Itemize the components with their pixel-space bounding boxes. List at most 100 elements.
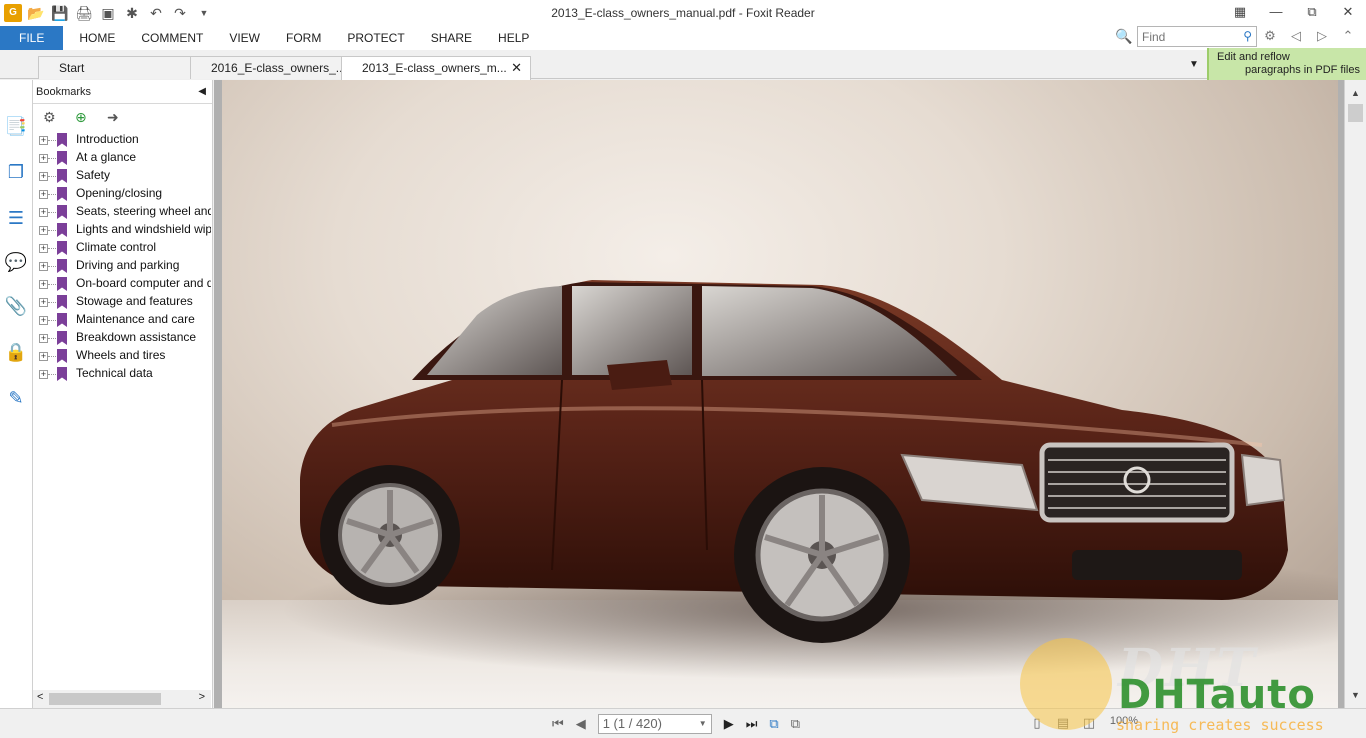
next-view-icon[interactable]: ⧉	[791, 716, 800, 732]
menu-form[interactable]: FORM	[273, 26, 334, 50]
expand-toggle-icon[interactable]: +	[39, 190, 48, 199]
expand-toggle-icon[interactable]: +	[39, 136, 48, 145]
attachments-panel-icon[interactable]: 📎	[4, 294, 28, 318]
expand-toggle-icon[interactable]: +	[39, 352, 48, 361]
last-page-icon[interactable]: ⏭	[746, 716, 758, 732]
navigation-panel-rail: 📑 ❐ ☰ 💬 📎 🔒 ✎	[0, 80, 33, 708]
page-number-input[interactable]: 1 (1 / 420) ▼	[597, 714, 712, 734]
bookmark-item[interactable]: + Introduction	[33, 131, 211, 149]
settings-gear-icon[interactable]: ⚙	[1262, 28, 1278, 44]
bookmark-item[interactable]: + Seats, steering wheel and mirrors	[33, 203, 211, 221]
close-tab-icon[interactable]: ✕	[511, 57, 522, 79]
open-icon[interactable]: 📂	[26, 3, 46, 23]
document-view[interactable]	[214, 80, 1344, 708]
bookmark-item[interactable]: + Breakdown assistance	[33, 329, 211, 347]
search-file-icon[interactable]: 🔍	[1115, 28, 1132, 45]
new-icon[interactable]: ✱	[122, 3, 142, 23]
signatures-panel-icon[interactable]: ✎	[4, 386, 28, 410]
bookmark-icon	[57, 259, 67, 273]
document-vertical-scrollbar[interactable]: ▲ ▼	[1344, 80, 1366, 708]
expand-toggle-icon[interactable]: +	[39, 244, 48, 253]
tab-2016-manual[interactable]: 2016_E-class_owners_...	[190, 56, 342, 79]
collapse-pane-icon[interactable]: ◀	[198, 80, 206, 104]
expand-toggle-icon[interactable]: +	[39, 370, 48, 379]
scroll-thumb[interactable]	[49, 693, 161, 705]
expand-toggle-icon[interactable]: +	[39, 262, 48, 271]
page-dropdown-icon[interactable]: ▼	[699, 715, 707, 733]
expand-toggle-icon[interactable]: +	[39, 334, 48, 343]
tab-2013-manual[interactable]: 2013_E-class_owners_m... ✕	[341, 56, 531, 80]
menu-share[interactable]: SHARE	[418, 26, 485, 50]
redo-icon[interactable]: ↷	[170, 3, 190, 23]
bookmark-item[interactable]: + Climate control	[33, 239, 211, 257]
full-screen-icon[interactable]: ▦	[1222, 0, 1258, 24]
expand-toggle-icon[interactable]: +	[39, 226, 48, 235]
expand-toggle-icon[interactable]: +	[39, 316, 48, 325]
tab-label: 2016_E-class_owners_...	[211, 61, 342, 75]
bookmark-item[interactable]: + At a glance	[33, 149, 211, 167]
search-icon[interactable]: ⚲	[1243, 29, 1252, 43]
forward-arrow-icon[interactable]: ▷	[1314, 28, 1330, 44]
scroll-thumb[interactable]	[1348, 104, 1363, 122]
bookmark-item[interactable]: + Stowage and features	[33, 293, 211, 311]
first-page-icon[interactable]: ⏮	[552, 716, 564, 732]
customize-dropdown-icon[interactable]: ▼	[194, 3, 214, 23]
expand-toggle-icon[interactable]: +	[39, 208, 48, 217]
scroll-right-icon[interactable]: >	[199, 691, 205, 703]
add-bookmark-icon[interactable]: ⊕	[75, 109, 87, 126]
scroll-up-icon[interactable]: ▲	[1351, 88, 1360, 98]
zoom-level[interactable]: 100%	[1106, 715, 1142, 731]
restore-button[interactable]: ⧉	[1294, 0, 1330, 24]
expand-toggle-icon[interactable]: +	[39, 172, 48, 181]
bookmark-item[interactable]: + Driving and parking	[33, 257, 211, 275]
menu-home[interactable]: HOME	[66, 26, 128, 50]
continuous-view-icon[interactable]: ▤	[1054, 715, 1072, 731]
close-button[interactable]: ✕	[1330, 0, 1366, 24]
screen-icon[interactable]: ▣	[98, 3, 118, 23]
find-input[interactable]	[1138, 27, 1238, 46]
print-icon[interactable]: 🖨	[74, 3, 94, 23]
comments-panel-icon[interactable]: 💬	[4, 250, 28, 274]
previous-view-icon[interactable]: ⧉	[769, 716, 778, 732]
bookmark-item[interactable]: + Technical data	[33, 365, 211, 383]
undo-icon[interactable]: ↶	[146, 3, 166, 23]
bookmark-item[interactable]: + Opening/closing	[33, 185, 211, 203]
previous-page-icon[interactable]: ◀	[576, 716, 586, 732]
next-page-icon[interactable]: ▶	[724, 716, 734, 732]
scroll-left-icon[interactable]: <	[37, 691, 43, 703]
menu-help[interactable]: HELP	[485, 26, 542, 50]
pages-panel-icon[interactable]: ❐	[4, 160, 28, 184]
bookmark-tree: + Introduction + At a glance + Safety + Opening…	[33, 131, 211, 383]
bookmark-label: Wheels and tires	[76, 348, 166, 362]
bookmarks-panel-icon[interactable]: 📑	[4, 114, 28, 138]
promo-banner[interactable]: Edit and reflow paragraphs in PDF files	[1207, 48, 1366, 80]
expand-toggle-icon[interactable]: +	[39, 154, 48, 163]
facing-view-icon[interactable]: ◫	[1080, 715, 1098, 731]
bookmark-item[interactable]: + On-board computer and displays	[33, 275, 211, 293]
ribbon-collapse-icon[interactable]: ⌃	[1340, 28, 1356, 44]
expand-toggle-icon[interactable]: +	[39, 280, 48, 289]
bookmarks-horizontal-scrollbar[interactable]: < >	[33, 690, 211, 708]
menu-view[interactable]: VIEW	[216, 26, 273, 50]
security-lock-icon[interactable]: 🔒	[4, 340, 28, 364]
scroll-down-icon[interactable]: ▼	[1351, 690, 1360, 700]
bookmark-item[interactable]: + Wheels and tires	[33, 347, 211, 365]
bookmark-item[interactable]: + Maintenance and care	[33, 311, 211, 329]
layers-panel-icon[interactable]: ☰	[4, 206, 28, 230]
back-arrow-icon[interactable]: ◁	[1288, 28, 1304, 44]
bookmark-item[interactable]: + Safety	[33, 167, 211, 185]
tab-start[interactable]: Start	[38, 56, 196, 79]
minimize-button[interactable]: —	[1258, 0, 1294, 24]
menu-file[interactable]: FILE	[0, 26, 64, 50]
bookmark-label: Safety	[76, 168, 111, 182]
bookmark-options-icon[interactable]: ⚙	[43, 109, 56, 126]
save-icon[interactable]: 💾	[50, 3, 70, 23]
app-logo[interactable]: G	[4, 4, 22, 22]
bookmark-item[interactable]: + Lights and windshield wipers	[33, 221, 211, 239]
menu-comment[interactable]: COMMENT	[128, 26, 216, 50]
tab-list-dropdown-icon[interactable]: ▼	[1189, 59, 1199, 70]
go-to-bookmark-icon[interactable]: ➜	[107, 109, 119, 126]
expand-toggle-icon[interactable]: +	[39, 298, 48, 307]
single-page-view-icon[interactable]: ▯	[1028, 715, 1046, 731]
menu-protect[interactable]: PROTECT	[334, 26, 417, 50]
